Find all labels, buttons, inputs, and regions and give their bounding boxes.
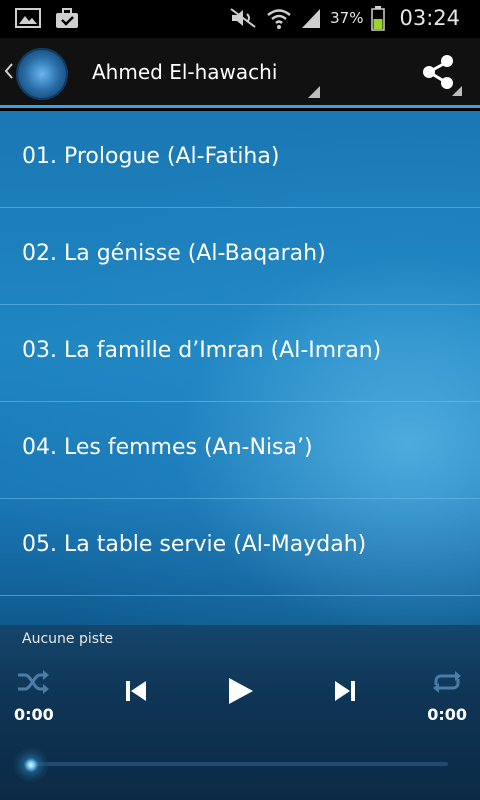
seek-bar[interactable] — [30, 762, 448, 766]
app-logo[interactable] — [16, 48, 68, 100]
action-bar: Ahmed El-hawachi — [0, 38, 480, 108]
track-label: 03. La famille d’Imran (Al-Imran) — [22, 338, 382, 363]
briefcase-notification-icon — [56, 8, 78, 28]
next-icon[interactable] — [333, 679, 357, 703]
track-label: 02. La génisse (Al-Baqarah) — [22, 241, 326, 266]
battery-percent: 37% — [330, 9, 364, 27]
battery-icon — [371, 6, 386, 31]
status-bar: 37% 03:24 — [0, 0, 480, 38]
previous-icon[interactable] — [124, 679, 148, 703]
wifi-icon — [267, 9, 291, 29]
seek-thumb[interactable] — [14, 748, 48, 782]
total-time: 0:00 — [427, 705, 467, 724]
list-item[interactable]: 01. Prologue (Al-Fatiha) — [0, 111, 480, 208]
list-item[interactable]: 03. La famille d’Imran (Al-Imran) — [0, 305, 480, 402]
track-label: 05. La table servie (Al-Maydah) — [22, 532, 367, 557]
elapsed-time: 0:00 — [14, 705, 54, 724]
gallery-notification-icon — [15, 8, 41, 28]
list-item[interactable]: 02. La génisse (Al-Baqarah) — [0, 208, 480, 305]
signal-icon — [302, 9, 321, 28]
play-icon[interactable] — [226, 677, 254, 705]
current-track-name: Aucune piste — [22, 631, 114, 647]
media-player: Aucune piste 0:00 0:00 — [0, 625, 480, 800]
list-item[interactable]: 05. La table servie (Al-Maydah) — [0, 499, 480, 596]
mute-icon — [230, 8, 256, 28]
list-item[interactable]: 04. Les femmes (An-Nisa’) — [0, 402, 480, 499]
page-title[interactable]: Ahmed El-hawachi — [92, 60, 277, 84]
back-icon[interactable] — [4, 62, 14, 80]
share-menu-indicator — [452, 86, 462, 96]
clock: 03:24 — [399, 6, 460, 30]
track-label: 01. Prologue (Al-Fatiha) — [22, 144, 280, 169]
track-list: 01. Prologue (Al-Fatiha) 02. La génisse … — [0, 111, 480, 625]
track-label: 04. Les femmes (An-Nisa’) — [22, 435, 313, 460]
shuffle-icon[interactable] — [16, 669, 50, 695]
repeat-icon[interactable] — [430, 669, 464, 695]
title-dropdown-indicator — [308, 86, 320, 98]
